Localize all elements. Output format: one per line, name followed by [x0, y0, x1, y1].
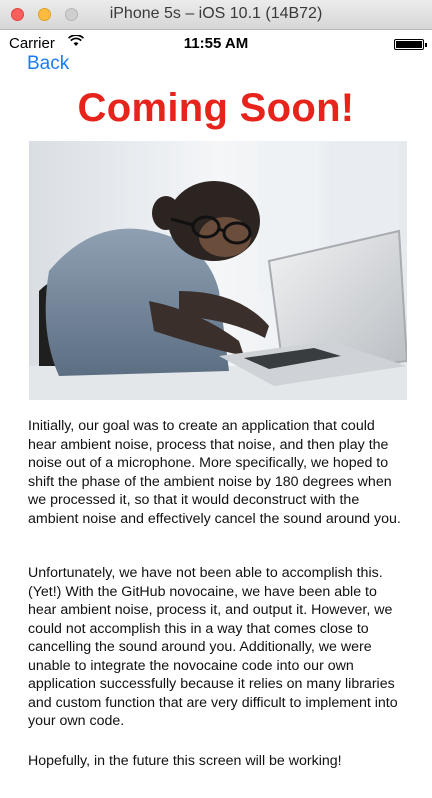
simulator-title-bar: iPhone 5s – iOS 10.1 (14B72)	[0, 0, 432, 30]
status-time: 11:55 AM	[183, 35, 249, 52]
status-paragraph: Unfortunately, we have not been able to …	[28, 565, 398, 729]
battery-icon	[394, 39, 427, 50]
back-button[interactable]: Back	[27, 53, 69, 75]
status-bar: Carrier 11:55 AM	[0, 30, 432, 54]
intro-paragraph: Initially, our goal was to create an app…	[28, 418, 401, 527]
page-title: Coming Soon!	[77, 86, 355, 130]
window-title: iPhone 5s – iOS 10.1 (14B72)	[109, 5, 323, 22]
hero-image	[29, 141, 407, 400]
closing-paragraph: Hopefully, in the future this screen wil…	[28, 753, 342, 769]
